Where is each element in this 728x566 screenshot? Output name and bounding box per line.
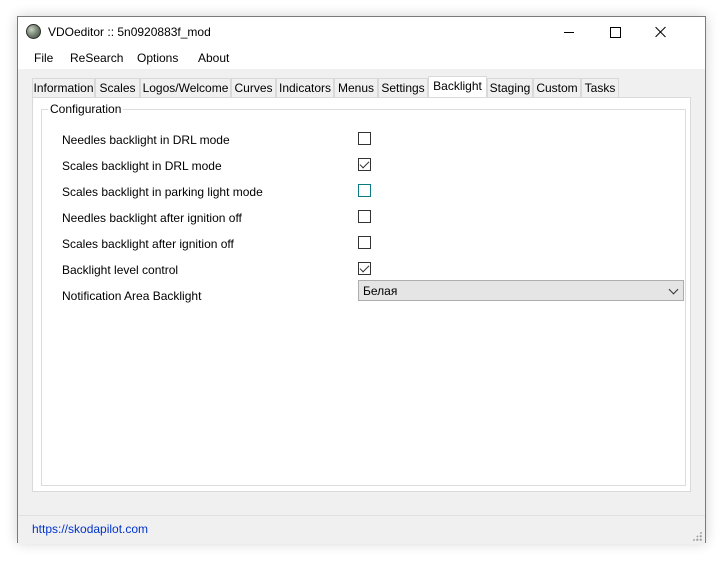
scales-ignition-off-checkbox[interactable]: [358, 236, 371, 249]
chevron-down-icon: [668, 284, 679, 295]
needles-ignition-off-checkbox[interactable]: [358, 210, 371, 223]
configuration-legend: Configuration: [48, 102, 124, 116]
menu-research[interactable]: ReSearch: [63, 47, 130, 69]
scales-drl-checkbox[interactable]: [358, 158, 371, 171]
tab-scales[interactable]: Scales: [95, 78, 140, 97]
tab-tasks[interactable]: Tasks: [581, 78, 619, 97]
app-window: VDOeditor :: 5n0920883f_mod File ReSearc…: [17, 16, 706, 544]
notification-backlight-select[interactable]: Белая: [358, 280, 684, 301]
close-icon: [655, 26, 667, 38]
check-icon: [359, 158, 370, 169]
backlight-level-checkbox[interactable]: [358, 262, 371, 275]
backlight-panel: Configuration Needles backlight in DRL m…: [32, 97, 691, 492]
option-label: Scales backlight in parking light mode: [62, 185, 263, 199]
notification-backlight-value: Белая: [363, 284, 398, 298]
option-label: Needles backlight in DRL mode: [62, 133, 230, 147]
tab-custom[interactable]: Custom: [533, 78, 581, 97]
menu-file[interactable]: File: [27, 47, 60, 69]
resize-grip-icon[interactable]: [692, 531, 702, 541]
window-title: VDOeditor :: 5n0920883f_mod: [48, 25, 211, 39]
title-bar[interactable]: VDOeditor :: 5n0920883f_mod: [18, 17, 705, 47]
option-label: Scales backlight in DRL mode: [62, 159, 222, 173]
menu-bar: File ReSearch Options About: [18, 47, 705, 69]
minimize-button[interactable]: [546, 17, 592, 47]
menu-about[interactable]: About: [191, 47, 236, 69]
tab-staging[interactable]: Staging: [487, 78, 533, 97]
configuration-group: Configuration Needles backlight in DRL m…: [41, 102, 686, 486]
minimize-icon: [564, 31, 574, 33]
option-label: Scales backlight after ignition off: [62, 237, 234, 251]
tab-curves[interactable]: Curves: [231, 78, 276, 97]
tab-indicators[interactable]: Indicators: [276, 78, 334, 97]
tab-information[interactable]: Information: [32, 78, 95, 97]
scales-parking-checkbox[interactable]: [358, 184, 371, 197]
tab-logos-welcome[interactable]: Logos/Welcome: [140, 78, 231, 97]
tab-menus[interactable]: Menus: [334, 78, 378, 97]
maximize-button[interactable]: [592, 17, 638, 47]
needles-drl-checkbox[interactable]: [358, 132, 371, 145]
app-icon: [26, 24, 41, 39]
website-link[interactable]: https://skodapilot.com: [32, 522, 148, 536]
maximize-icon: [609, 26, 621, 38]
close-button[interactable]: [638, 17, 684, 47]
option-label: Backlight level control: [62, 263, 179, 277]
tab-backlight[interactable]: Backlight: [428, 76, 487, 98]
notification-backlight-label: Notification Area Backlight: [62, 289, 202, 303]
tab-settings[interactable]: Settings: [378, 78, 428, 97]
menu-options[interactable]: Options: [130, 47, 185, 69]
status-bar: https://skodapilot.com: [18, 515, 705, 544]
check-icon: [359, 262, 370, 273]
option-label: Needles backlight after ignition off: [62, 211, 242, 225]
